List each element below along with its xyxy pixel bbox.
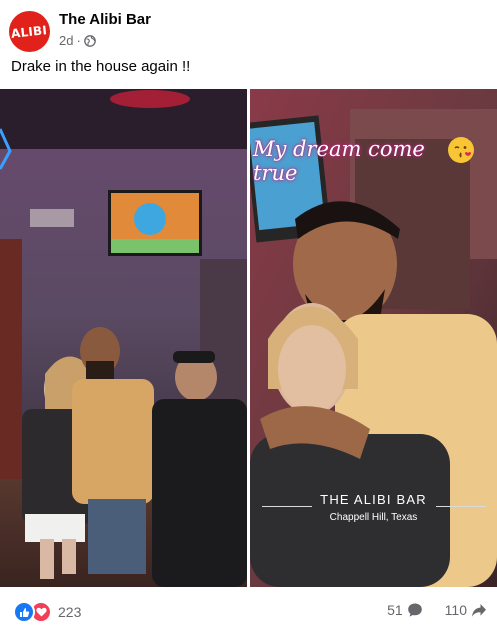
like-reaction-icon: [13, 601, 35, 623]
engagement-stats: 51 110: [387, 602, 487, 618]
story-caption-text: My dream come true: [253, 137, 425, 185]
post-header: ALIBI The Alibi Bar 2d ·: [0, 0, 497, 56]
post-time[interactable]: 2d: [59, 33, 73, 48]
facebook-post: ALIBI The Alibi Bar 2d · Drake in the ho…: [0, 0, 497, 630]
globe-icon[interactable]: [83, 34, 96, 47]
photo-left[interactable]: [0, 89, 247, 587]
kiss-emoji-icon: [448, 137, 474, 163]
comment-count[interactable]: 51: [387, 602, 403, 618]
comment-icon[interactable]: [407, 602, 423, 618]
reactions-summary[interactable]: 223: [13, 601, 81, 623]
post-meta: 2d ·: [59, 33, 96, 48]
overlay-divider-left: [262, 506, 312, 507]
overlay-divider-right: [436, 506, 486, 507]
page-avatar[interactable]: ALIBI: [9, 11, 50, 52]
page-name-link[interactable]: The Alibi Bar: [59, 11, 151, 28]
share-icon[interactable]: [471, 602, 487, 618]
overlay-title: THE ALIBI BAR: [320, 492, 427, 507]
avatar-logo-text: ALIBI: [10, 22, 49, 41]
share-count[interactable]: 110: [445, 602, 467, 618]
reaction-count: 223: [58, 604, 82, 620]
kiss-face-icon: [449, 138, 473, 162]
post-caption: Drake in the house again !!: [11, 58, 191, 75]
meta-separator: ·: [76, 33, 81, 48]
bar-group-photo: [0, 89, 247, 587]
overlay-subtitle: Chappell Hill, Texas: [329, 512, 418, 523]
